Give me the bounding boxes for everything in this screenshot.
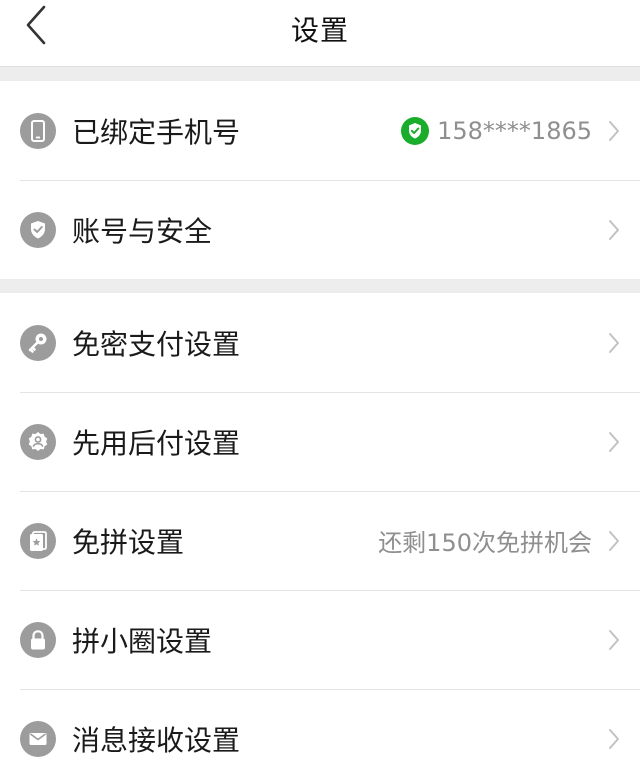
row-label: 免密支付设置 [72, 327, 241, 361]
chevron-right-icon [608, 219, 620, 241]
row-label: 先用后付设置 [72, 426, 241, 460]
skip-group-buy-row[interactable]: 免拼设置 还剩150次免拼机会 [0, 491, 640, 590]
row-label: 拼小圈设置 [72, 624, 213, 658]
page-title: 设置 [290, 14, 349, 47]
row-label: 消息接收设置 [72, 723, 241, 757]
chevron-right-icon [608, 332, 620, 354]
chevron-left-icon [25, 5, 47, 49]
verified-shield-icon [401, 116, 430, 145]
chevron-right-icon [608, 120, 620, 142]
row-label: 免拼设置 [72, 525, 185, 559]
badge-person-icon [20, 423, 56, 460]
section-gap [0, 279, 640, 293]
row-label: 已绑定手机号 [72, 115, 241, 149]
section-gap [0, 66, 640, 81]
key-icon [20, 324, 56, 361]
phone-number: 158****1865 [437, 116, 592, 145]
top-bar: 设置 [0, 0, 640, 66]
back-button[interactable] [14, 2, 58, 52]
chevron-right-icon [608, 629, 620, 651]
card-star-icon [20, 522, 56, 559]
row-label: 账号与安全 [72, 214, 213, 248]
shield-check-icon [20, 211, 56, 248]
account-security-row[interactable]: 账号与安全 [0, 180, 640, 279]
lock-icon [20, 621, 56, 658]
group-circle-row[interactable]: 拼小圈设置 [0, 590, 640, 689]
remaining-count-text: 还剩150次免拼机会 [378, 529, 592, 557]
chevron-right-icon [608, 431, 620, 453]
message-settings-row[interactable]: 消息接收设置 [0, 689, 640, 778]
mail-icon [20, 720, 56, 757]
password-free-payment-row[interactable]: 免密支付设置 [0, 293, 640, 392]
chevron-right-icon [608, 530, 620, 552]
pay-later-row[interactable]: 先用后付设置 [0, 392, 640, 491]
phone-icon [20, 112, 56, 149]
account-section: 已绑定手机号 158****1865 账号与安全 [0, 81, 640, 279]
row-value: 158****1865 [401, 116, 620, 145]
bound-phone-row[interactable]: 已绑定手机号 158****1865 [0, 81, 640, 180]
chevron-right-icon [608, 728, 620, 750]
settings-section: 免密支付设置 先用后付设置 免拼设置 还剩150次免拼机会 拼小圈设置 消息接收… [0, 293, 640, 778]
